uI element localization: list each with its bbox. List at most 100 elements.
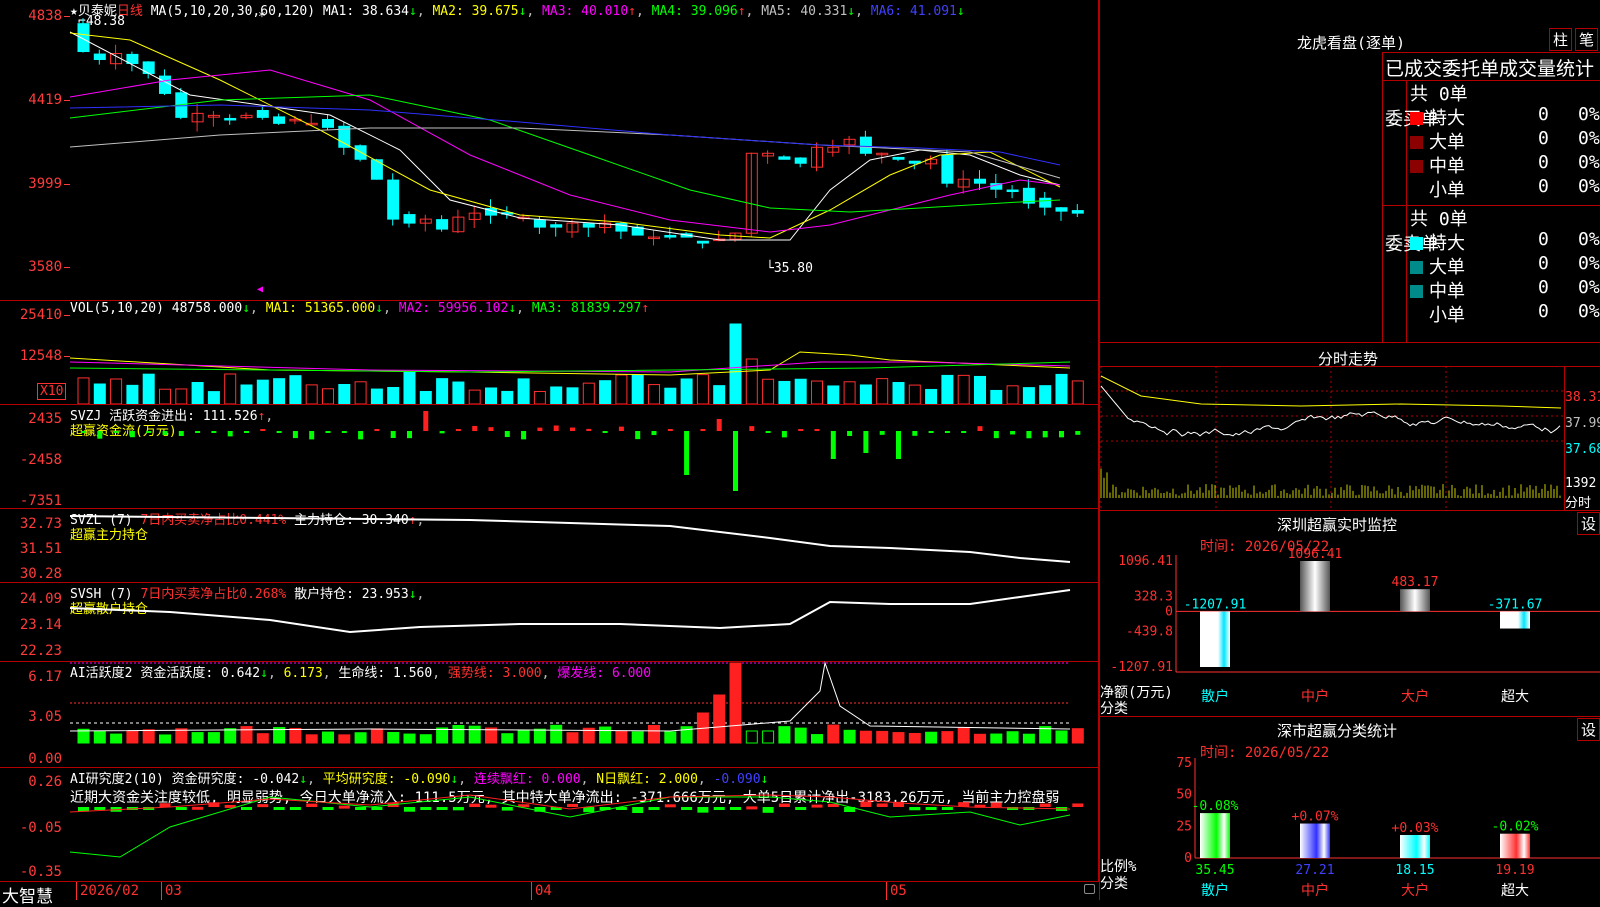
- sell-row-value: 0: [1538, 253, 1549, 274]
- retail-holding-chart[interactable]: [69, 582, 1099, 662]
- research-bar: [355, 807, 367, 810]
- activity-bar: [142, 729, 155, 744]
- flow-bar: [602, 431, 608, 433]
- activity-bar: [990, 733, 1003, 744]
- candle: [322, 119, 334, 128]
- volume-bar: [908, 384, 921, 405]
- flow-bar: [977, 426, 983, 431]
- class-settings-button[interactable]: 设: [1577, 718, 1600, 741]
- flow-bar: [81, 431, 86, 433]
- volume-bar: [370, 388, 383, 405]
- flow-bar: [1026, 431, 1032, 439]
- buy-row: 小单 0 0%: [1410, 176, 1600, 201]
- monitor-settings-button[interactable]: 设: [1577, 512, 1600, 535]
- flow-bar: [863, 431, 869, 453]
- tick-mode-button[interactable]: 笔: [1575, 28, 1599, 51]
- volume-bar: [452, 381, 465, 405]
- lock-icon[interactable]: [1084, 884, 1095, 894]
- buy-row: 特大 0 0%: [1410, 104, 1600, 129]
- monitor-tick: 1096.41: [1118, 554, 1173, 569]
- activity-bar: [533, 728, 546, 744]
- flow-bar: [684, 431, 690, 475]
- flow-bar: [618, 426, 624, 431]
- flow-bar: [358, 431, 364, 440]
- main-ytick-1: 4838: [28, 8, 62, 24]
- class-category-label: 大户: [1401, 882, 1429, 899]
- candle: [273, 116, 286, 124]
- retail-holding-line: [69, 589, 1071, 634]
- activity-bar: [599, 726, 612, 744]
- candle: [974, 178, 986, 184]
- volume-bar: [713, 385, 726, 405]
- class-bar: [1500, 833, 1530, 858]
- ratio-bar-chart[interactable]: 75 50 25 0 -0.08% 35.45 +0.07% 27.21 +0.03% 18.15…: [1099, 756, 1600, 900]
- volume-bar: [729, 323, 742, 405]
- activity-chart[interactable]: [69, 661, 1099, 768]
- sell-total: 共 0单: [1410, 209, 1468, 230]
- activity-bar: [452, 725, 465, 744]
- sell-row: 特大 0 0%: [1410, 229, 1600, 254]
- volume-bar: [273, 378, 286, 405]
- class-change-label: -0.08%: [1192, 799, 1239, 814]
- activity-bar: [876, 730, 889, 744]
- buy-row-label: 大单: [1429, 132, 1465, 153]
- flow-bar: [537, 427, 543, 431]
- volume-bar: [941, 374, 954, 405]
- research-bar: [175, 807, 187, 810]
- volume-bar: [338, 383, 351, 405]
- activity-bar: [762, 730, 775, 744]
- research-bar: [469, 803, 481, 807]
- flow-bar: [814, 429, 820, 431]
- activity-bar: [615, 730, 628, 744]
- monitor-bar: [1500, 611, 1530, 629]
- class-change-label: +0.07%: [1292, 810, 1339, 825]
- volume-bar: [794, 378, 807, 405]
- activity-bar: [794, 727, 807, 744]
- research-bar: [94, 807, 106, 810]
- volume-bar: [680, 378, 693, 405]
- bar-mode-button[interactable]: 柱: [1549, 28, 1573, 51]
- candle: [908, 160, 921, 164]
- candle: [256, 110, 269, 118]
- volume-chart[interactable]: [69, 300, 1099, 405]
- net-amount-bar-chart[interactable]: 1096.41 328.30 -439.8 -1207.91 -1207.91 1096.…: [1099, 547, 1600, 715]
- research-bar: [257, 804, 269, 808]
- flow-bar: [423, 411, 429, 431]
- buy-row-pct: 0%: [1578, 104, 1600, 125]
- buy-row-label: 中单: [1429, 156, 1465, 177]
- candle: [696, 240, 709, 244]
- research-bar: [746, 806, 758, 810]
- sell-row-pct: 0%: [1578, 229, 1600, 250]
- research-chart[interactable]: [69, 767, 1099, 882]
- class-x-axis-label: 分类: [1100, 876, 1128, 892]
- x-label-apr: 04: [535, 883, 552, 899]
- flow-bar: [195, 431, 201, 433]
- activity-bar: [126, 730, 139, 744]
- activity-bar: [240, 726, 253, 744]
- volume-bar: [305, 384, 318, 405]
- fund-flow-chart[interactable]: [70, 404, 1099, 509]
- intraday-chart[interactable]: [1100, 366, 1564, 511]
- buy-row-label: 小单: [1429, 180, 1465, 201]
- volume-bar: [550, 386, 563, 405]
- monitor-bar: [1400, 589, 1430, 612]
- research-bar: [322, 807, 334, 810]
- candlestick-chart[interactable]: [69, 0, 1099, 300]
- sell-row-value: 0: [1538, 229, 1549, 250]
- flow-bar: [504, 431, 510, 438]
- main-ytick-3: 3999: [28, 176, 62, 192]
- volume-bar: [175, 388, 188, 405]
- buy-side-label: 委买单: [1385, 110, 1439, 130]
- research-bar: [860, 801, 872, 807]
- flow-bar: [521, 431, 527, 440]
- activity-bar: [859, 730, 872, 744]
- sell-rows: 特大 0 0% 大单 0 0% 中单 0 0% 小单 0 0%: [1410, 229, 1600, 326]
- buy-row-pct: 0%: [1578, 176, 1600, 197]
- activity-bar: [403, 733, 416, 744]
- activity-bar: [925, 731, 938, 744]
- main-holding-chart[interactable]: [69, 508, 1099, 583]
- volume-bar: [664, 387, 677, 405]
- research-bar: [730, 807, 741, 810]
- activity-bar: [159, 734, 171, 744]
- monitor-x-axis-label: 分类: [1100, 701, 1128, 717]
